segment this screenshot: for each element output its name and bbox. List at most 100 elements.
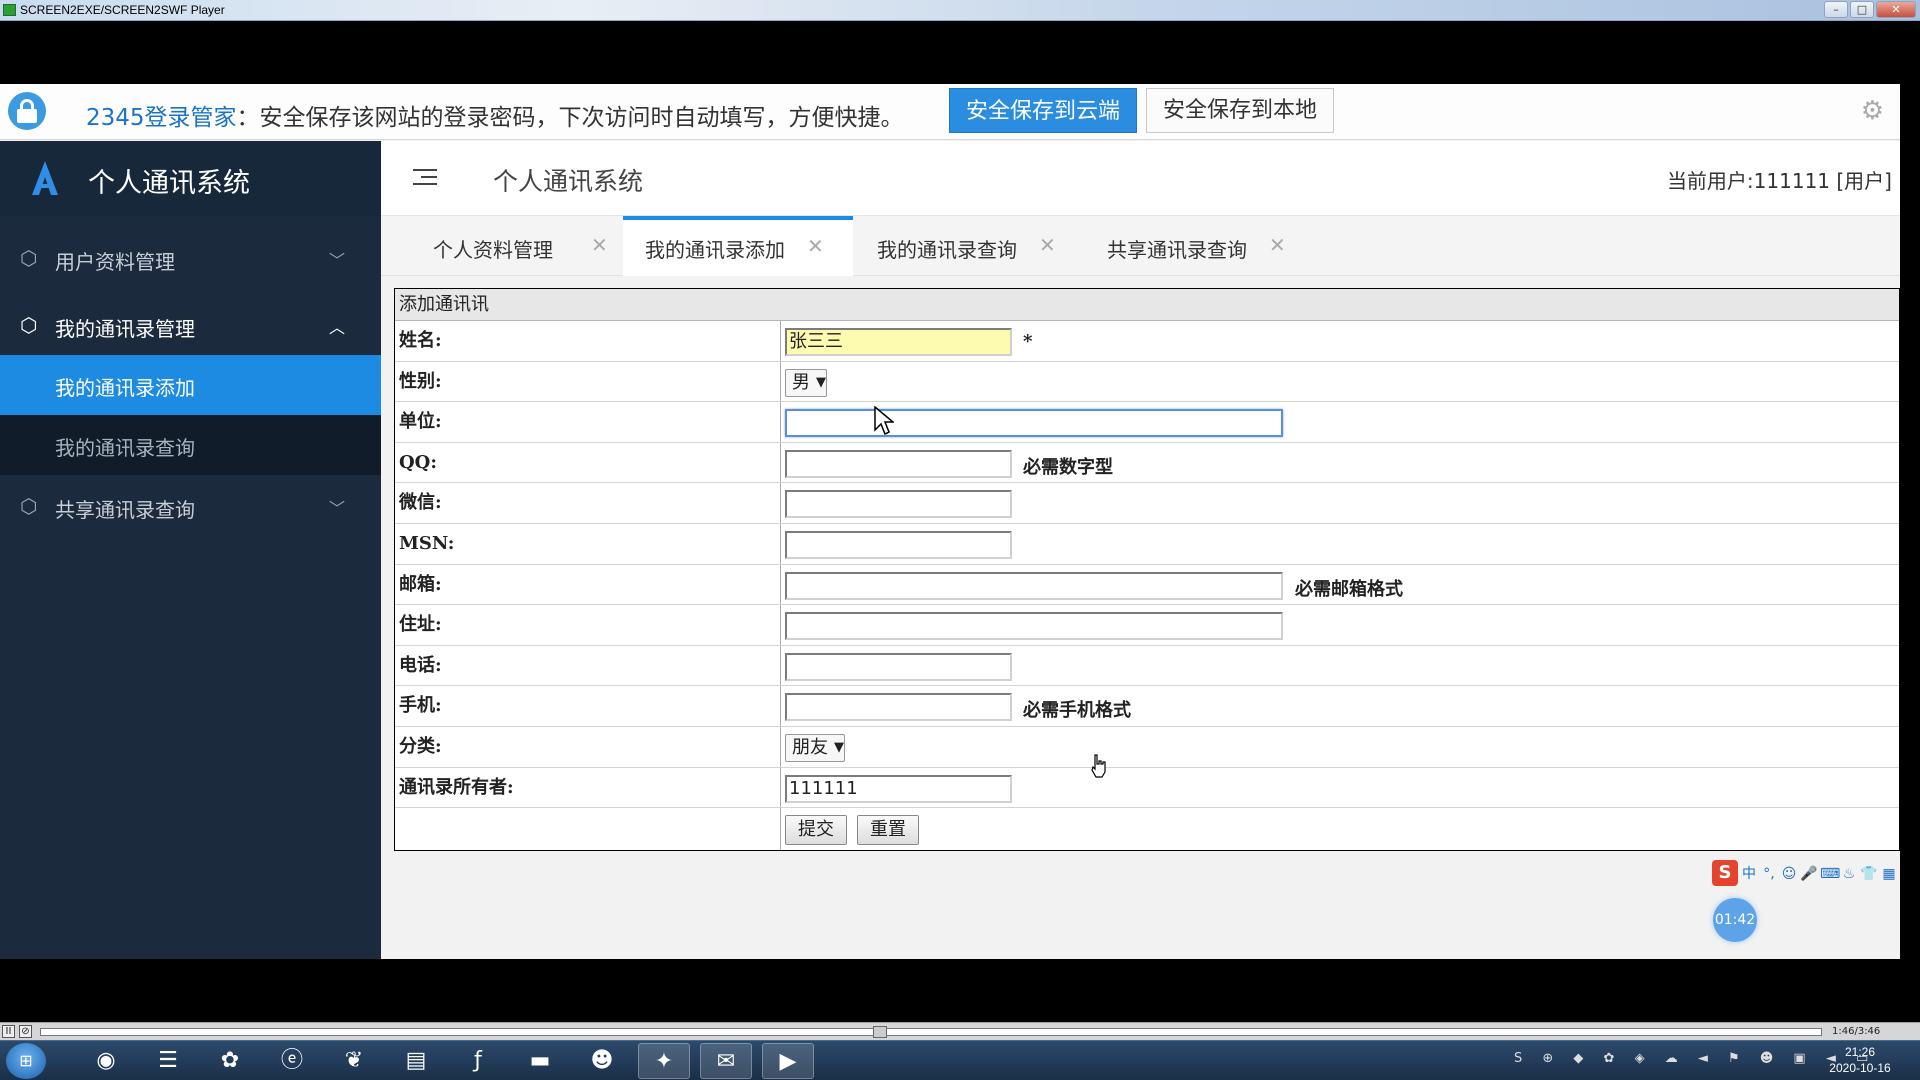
minimize-button[interactable]: –	[1824, 1, 1848, 18]
msn-input[interactable]	[785, 530, 1012, 559]
player-app-icon	[3, 4, 16, 16]
company-input[interactable]	[785, 409, 1283, 438]
category-select[interactable]: 朋友 ▼	[785, 733, 845, 762]
mouse-cursor-icon	[874, 406, 894, 436]
flash-icon[interactable]: ƒ	[452, 1043, 504, 1079]
ime-emoji-icon[interactable]: ☺	[1780, 866, 1798, 882]
tab-profile-management[interactable]: 个人资料管理 ✕	[395, 216, 613, 276]
name-input[interactable]: 张三三	[785, 328, 1012, 356]
seek-handle[interactable]	[873, 1026, 887, 1038]
ime-skin-icon[interactable]: 👕	[1860, 866, 1878, 882]
form-row-name: 姓名: 张三三 *	[395, 321, 1899, 362]
eclipse-icon[interactable]: ☰	[142, 1043, 194, 1079]
hand-cursor-icon	[1091, 754, 1106, 778]
submit-button[interactable]: 提交	[785, 815, 847, 846]
field-label: 性别:	[395, 361, 781, 402]
lock-icon	[8, 92, 46, 130]
email-hint: 必需邮箱格式	[1295, 578, 1403, 600]
close-icon[interactable]: ✕	[1269, 233, 1286, 257]
owner-input[interactable]: 111111	[785, 774, 1012, 803]
close-icon[interactable]: ✕	[1039, 233, 1056, 257]
main-header: 个人通讯系统 当前用户:111111 [用户]	[381, 141, 1900, 216]
taskbar-clock[interactable]: 21:26 2020-10-16	[1810, 1044, 1910, 1076]
clock-time: 21:26	[1844, 1045, 1876, 1059]
ime-user-icon[interactable]: ♨	[1840, 866, 1858, 882]
sidebar-item-user-profile[interactable]: ⬡ 用户资料管理 ﹀	[0, 229, 381, 289]
ime-chinese-mode-icon[interactable]: 中	[1740, 863, 1758, 883]
recorder-icon[interactable]: ▶	[762, 1043, 814, 1079]
chrome-icon[interactable]: ◉	[80, 1043, 132, 1079]
sidebar-subitem-label: 我的通讯录查询	[55, 436, 195, 460]
save-to-cloud-button[interactable]: 安全保存到云端	[949, 88, 1137, 133]
field-label: MSN:	[395, 523, 781, 564]
chevron-up-icon: ︿	[328, 318, 345, 337]
required-mark: *	[1023, 331, 1033, 352]
close-icon[interactable]: ✕	[591, 233, 608, 257]
form-caption: 添加通讯讯	[395, 289, 1899, 321]
form-row-msn: MSN:	[395, 523, 1899, 565]
qq-icon[interactable]: ☻	[576, 1043, 628, 1079]
pause-button[interactable]: II	[2, 1025, 15, 1038]
wechat-input[interactable]	[785, 490, 1012, 519]
form-row-gender: 性别: 男 ▼	[395, 361, 1899, 403]
browser-viewport: 2345登录管家：安全保存该网站的登录密码，下次访问时自动填写，方便快捷。 安全…	[0, 84, 1900, 959]
gender-selected-value: 男	[792, 371, 810, 393]
browser-e-icon[interactable]: ⓔ	[266, 1043, 318, 1079]
maximize-button[interactable]: □	[1850, 1, 1874, 18]
start-button[interactable]: ⊞	[6, 1043, 46, 1079]
form-row-qq: QQ: 必需数字型	[395, 442, 1899, 484]
menu-toggle-icon[interactable]	[413, 167, 437, 187]
playback-time: 1:46/3:46	[1832, 1026, 1881, 1037]
ime-punctuation-icon[interactable]: °,	[1760, 866, 1778, 882]
stop-button[interactable]: ⊘	[19, 1025, 32, 1038]
sidebar: 个人通讯系统 ⬡ 用户资料管理 ﹀ ⬡ 我的通讯录管理 ︿ 我的通讯录添加 我的…	[0, 141, 381, 959]
cube-icon: ⬡	[20, 494, 38, 518]
form-row-actions: 提交 重置	[395, 808, 1899, 851]
cube-icon: ⬡	[20, 313, 38, 337]
player-titlebar: SCREEN2EXE/SCREEN2SWF Player – □ ✕	[0, 0, 1920, 21]
baidu-netdisk-icon[interactable]: ✿	[204, 1043, 256, 1079]
sidebar-subitem-label: 我的通讯录添加	[55, 376, 195, 400]
category-selected-value: 朋友	[792, 736, 828, 758]
field-label: 通讯录所有者:	[395, 767, 781, 808]
dropdown-arrow-icon: ▼	[816, 374, 826, 390]
seek-track[interactable]	[40, 1026, 1822, 1038]
tab-label: 我的通讯录查询	[877, 238, 1017, 262]
sidebar-item-shared-contacts[interactable]: ⬡ 共享通讯录查询 ﹀	[0, 477, 381, 537]
sidebar-subitem-query-contact[interactable]: 我的通讯录查询	[0, 415, 381, 475]
notepad-icon[interactable]: ▤	[390, 1043, 442, 1079]
save-to-local-button[interactable]: 安全保存到本地	[1146, 88, 1334, 133]
ime-toolbox-icon[interactable]: ▦	[1880, 866, 1898, 882]
sidebar-item-my-contacts[interactable]: ⬡ 我的通讯录管理 ︿	[0, 296, 381, 356]
mobile-hint: 必需手机格式	[1023, 700, 1131, 722]
recording-timer[interactable]: 01:42	[1713, 898, 1757, 942]
page-title: 个人通讯系统	[493, 167, 644, 196]
sidebar-subitem-add-contact[interactable]: 我的通讯录添加	[0, 355, 381, 415]
leaf-app-icon[interactable]: ❦	[328, 1043, 380, 1079]
qq-hint: 必需数字型	[1023, 456, 1113, 478]
ime-toolbar[interactable]: S 中 °, ☺ 🎤 ⌨ ♨ 👕 ▦	[1712, 860, 1900, 892]
sogou-ime-icon[interactable]: S	[1712, 860, 1738, 886]
mobile-input[interactable]	[785, 693, 1012, 722]
reset-button[interactable]: 重置	[857, 815, 919, 846]
tab-label: 共享通讯录查询	[1107, 238, 1247, 262]
gender-select[interactable]: 男 ▼	[785, 368, 827, 397]
wechat-icon[interactable]: ✉	[700, 1043, 752, 1079]
form-row-category: 分类: 朋友 ▼	[395, 726, 1899, 768]
tab-add-contact[interactable]: 我的通讯录添加 ✕	[623, 216, 853, 276]
email-input[interactable]	[785, 571, 1283, 600]
address-input[interactable]	[785, 612, 1283, 641]
close-button[interactable]: ✕	[1876, 1, 1916, 18]
ime-voice-icon[interactable]: 🎤	[1800, 866, 1818, 882]
folder-icon[interactable]: ▬	[514, 1043, 566, 1079]
tab-query-contact[interactable]: 我的通讯录查询 ✕	[853, 216, 1083, 276]
qq-input[interactable]	[785, 449, 1012, 478]
game-icon[interactable]: ✦	[638, 1043, 690, 1079]
chevron-down-icon: ﹀	[328, 251, 345, 270]
ime-keyboard-icon[interactable]: ⌨	[1820, 866, 1840, 882]
tab-shared-contacts[interactable]: 共享通讯录查询 ✕	[1083, 216, 1313, 276]
phone-input[interactable]	[785, 652, 1012, 681]
gear-icon[interactable]: ⚙	[1861, 98, 1884, 124]
form-row-owner: 通讯录所有者: 111111	[395, 767, 1899, 809]
close-icon[interactable]: ✕	[807, 234, 824, 258]
